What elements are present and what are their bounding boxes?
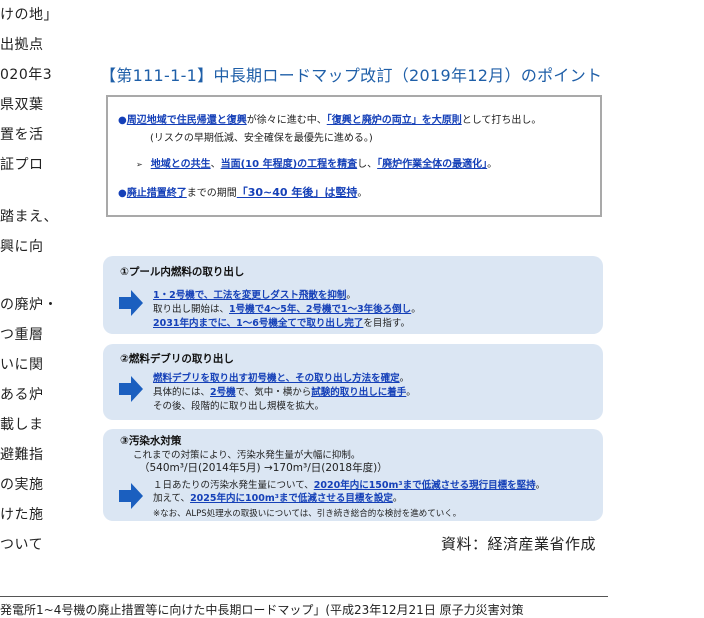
figure-title: 【第111-1-1】中長期ロードマップ改訂（2019年12月）のポイント — [100, 66, 603, 85]
left-line: けた施 — [0, 507, 44, 523]
panel-title: ②燃料デブリの取り出し — [120, 353, 234, 365]
panel-line: 1・2号機で、工法を変更しダスト飛散を抑制。 — [153, 287, 356, 301]
panel-contaminated-water: ③汚染水対策 これまでの対策により、汚染水発生量が大幅に抑制。 （540m³/日… — [103, 429, 603, 521]
emphasis-text: 「廃炉作業全体の最適化」 — [377, 159, 488, 170]
left-line: 置を活 — [0, 127, 44, 143]
emphasis-text: 「30~40 年後」は堅持 — [236, 186, 358, 199]
body-text: し、 — [357, 159, 378, 170]
panel-line: １日あたりの汚染水発生量について、2020年内に150m³まで低減させる現行目標… — [153, 477, 545, 491]
panel-line: 燃料デブリを取り出す初号機と、その取り出し方法を確定。 — [153, 370, 409, 384]
source-caption: 資料：経済産業省作成 — [441, 535, 597, 553]
body-text: 。 — [411, 304, 421, 315]
panel-title: ③汚染水対策 — [120, 435, 182, 447]
body-text: までの期間 — [186, 188, 237, 199]
panel-note: ※なお、ALPS処理水の取扱いについては、引き続き総合的な検討を進めていく。 — [153, 509, 462, 519]
body-text: 具体的には、 — [153, 387, 211, 398]
emphasis-text: 当面(10 年程度)の工程を精査 — [220, 159, 358, 170]
left-line: 踏まえ、 — [0, 209, 58, 225]
key-point-2: ➢ 地域との共生、当面(10 年程度)の工程を精査し、「廃炉作業全体の最適化」。 — [136, 155, 497, 170]
right-arrow-icon — [119, 290, 143, 316]
circle-bullet-icon: ● — [118, 115, 127, 126]
panel-line: 加えて、2025年内に100m³まで低減させる目標を設定。 — [153, 490, 402, 504]
left-line: 興に向 — [0, 239, 44, 255]
key-points-box: ●周辺地域で住民帰還と復興が徐々に進む中、「復興と廃炉の両立」を大原則として打ち… — [106, 95, 602, 217]
left-line: 載しま — [0, 417, 44, 433]
left-line: の廃炉・ — [0, 297, 58, 313]
emphasis-text: 地域との共生 — [150, 159, 211, 170]
body-text: を目指す。 — [363, 318, 410, 329]
body-text: 。 — [392, 493, 403, 504]
circle-bullet-icon: ● — [118, 188, 127, 199]
panel-line: （540m³/日(2014年5月) →170m³/日(2018年度)） — [139, 462, 388, 474]
left-line: 証プロ — [0, 157, 44, 173]
panel-pool-fuel: ①プール内燃料の取り出し 1・2号機で、工法を変更しダスト飛散を抑制。 取り出し… — [103, 256, 603, 334]
panel-line: 取り出し開始は、1号機で4～5年、2号機で1～3年後ろ倒し。 — [153, 301, 421, 315]
right-arrow-icon — [119, 376, 143, 402]
body-text: 、 — [210, 159, 221, 170]
left-line: 県双葉 — [0, 97, 44, 113]
left-line: いに関 — [0, 357, 44, 373]
left-line: 020年3 — [0, 67, 53, 83]
body-text: 。 — [357, 188, 368, 199]
panel-title: ①プール内燃料の取り出し — [120, 266, 245, 278]
emphasis-text: 「復興と廃炉の両立」を大原則 — [326, 115, 462, 126]
left-line: の実施 — [0, 477, 44, 493]
emphasis-text: 周辺地域で住民帰還と復興 — [126, 115, 247, 126]
emphasis-text: 1号機で4～5年、2号機で1～3年後ろ倒し — [229, 304, 412, 315]
left-line: けの地」 — [0, 7, 58, 23]
footnote-divider — [0, 596, 608, 597]
emphasis-text: 試験的取り出しに着手 — [311, 387, 407, 398]
panel-fuel-debris: ②燃料デブリの取り出し 燃料デブリを取り出す初号機と、その取り出し方法を確定。 … — [103, 344, 603, 420]
triangle-bullet-icon: ➢ — [136, 160, 143, 169]
emphasis-text: 1・2号機で、工法を変更しダスト飛散を抑制 — [153, 290, 347, 301]
key-point-1: ●周辺地域で住民帰還と復興が徐々に進む中、「復興と廃炉の両立」を大原則として打ち… — [118, 111, 541, 126]
emphasis-text: 2025年内に100m³まで低減させる目標を設定 — [190, 493, 393, 504]
body-text: 加えて、 — [153, 493, 191, 504]
body-text: で、気中・横から — [235, 387, 312, 398]
left-line: ついて — [0, 537, 44, 553]
body-text: 。 — [535, 480, 546, 491]
panel-line: その後、段階的に取り出し規模を拡大。 — [153, 401, 325, 412]
body-text: 取り出し開始は、 — [153, 304, 230, 315]
body-text: 。 — [487, 159, 498, 170]
key-point-3: ●廃止措置終了までの期間「30~40 年後」は堅持。 — [118, 184, 367, 200]
emphasis-text: 燃料デブリを取り出す初号機と、その取り出し方法を確定 — [153, 373, 400, 384]
left-line: つ重層 — [0, 327, 44, 343]
left-line: 出拠点 — [0, 37, 44, 53]
left-line: ある炉 — [0, 387, 44, 403]
emphasis-text: 2031年内までに、1～6号機全てで取り出し完了 — [153, 318, 364, 329]
emphasis-text: 廃止措置終了 — [126, 188, 187, 199]
key-point-1-note: (リスクの早期低減、安全確保を最優先に進める。) — [150, 133, 373, 144]
body-text: 。 — [346, 290, 356, 301]
body-text: として打ち出し。 — [461, 115, 542, 126]
left-line: 避難指 — [0, 447, 44, 463]
body-text: が徐々に進む中、 — [246, 115, 327, 126]
body-text: 。 — [399, 373, 410, 384]
body-text: 。 — [406, 387, 416, 398]
footnote: 発電所1~4号機の廃止措置等に向けた中長期ロードマップ」(平成23年12月21日… — [0, 603, 524, 617]
panel-line: これまでの対策により、汚染水発生量が大幅に抑制。 — [133, 450, 361, 461]
panel-line: 具体的には、2号機で、気中・横から試験的取り出しに着手。 — [153, 384, 416, 398]
right-arrow-icon — [119, 483, 143, 509]
panel-line: 2031年内までに、1～6号機全てで取り出し完了を目指す。 — [153, 315, 410, 329]
emphasis-text: 2号機 — [210, 387, 236, 398]
